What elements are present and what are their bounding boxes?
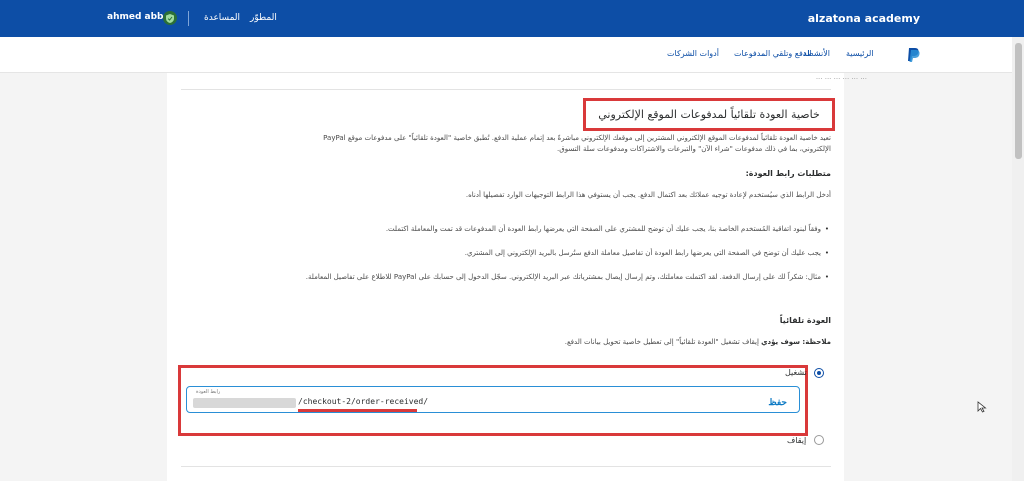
cutoff-text: ... ... ... ... ... ... <box>815 73 867 81</box>
requirements-description: أدخل الرابط الذي سيُستخدم لإعادة توجيه ع… <box>465 191 831 199</box>
shield-icon[interactable] <box>163 11 177 25</box>
secondary-nav: الرئيسية الأنشطة الدفع وتلقي المدفوعات أ… <box>0 37 1012 73</box>
intro-line-2: الإلكتروني، بما في ذلك مدفوعات "شراء الآ… <box>557 145 831 153</box>
note-label: ملاحظة: سوف يؤدي <box>761 338 831 346</box>
list-item: يجب عليك أن توضح في الصفحة التي يعرضها ر… <box>181 249 829 257</box>
brand-name[interactable]: alzatona academy <box>808 12 920 25</box>
nav-home[interactable]: الرئيسية <box>846 49 874 58</box>
section-title: خاصية العودة تلقائياً لمدفوعات الموقع ال… <box>598 108 820 121</box>
intro-text: تعيد خاصية العودة تلقائياً لمدفوعات المو… <box>181 133 831 155</box>
top-bar: alzatona academy ahmed abbas المساعدة ال… <box>0 0 1024 37</box>
list-item: وفقاً لبنود اتفاقية المُستخدم الخاصة بنا… <box>181 225 829 233</box>
intro-line-1: تعيد خاصية العودة تلقائياً لمدفوعات المو… <box>323 134 831 142</box>
note-text: ملاحظة: سوف يؤدي إيقاف تشغيل "العودة تلق… <box>565 338 831 346</box>
radio-on[interactable] <box>814 368 824 378</box>
section-title-highlight: خاصية العودة تلقائياً لمدفوعات الموقع ال… <box>583 98 835 131</box>
requirements-heading: متطلبات رابط العودة: <box>745 169 831 178</box>
redacted-domain <box>193 398 296 408</box>
mouse-cursor-icon <box>977 401 987 413</box>
paypal-logo-icon[interactable] <box>905 47 921 63</box>
return-url-value[interactable]: /checkout-2/order-received/ <box>298 397 428 406</box>
return-url-label: رابط العودة <box>196 389 221 395</box>
url-underline-highlight <box>298 409 417 412</box>
scrollbar-thumb[interactable] <box>1015 43 1022 159</box>
nav-payments[interactable]: الدفع وتلقي المدفوعات <box>734 49 812 58</box>
radio-off-label[interactable]: إيقاف <box>787 436 806 445</box>
divider <box>181 466 831 467</box>
list-item: مثال: شكراً لك على إرسال الدفعة. لقد اكت… <box>181 273 829 281</box>
return-url-field[interactable]: رابط العودة /checkout-2/order-received/ … <box>186 386 800 413</box>
developer-link[interactable]: المطوّر <box>250 13 277 23</box>
save-button[interactable]: حفظ <box>768 397 787 408</box>
note-body: إيقاف تشغيل "العودة تلقائياً" إلى تعطيل … <box>564 338 759 346</box>
divider <box>181 89 831 90</box>
auto-return-heading: العودة تلقائياً <box>779 316 831 325</box>
help-link[interactable]: المساعدة <box>204 13 240 23</box>
nav-business-tools[interactable]: أدوات الشركات <box>667 49 719 58</box>
settings-panel: ... ... ... ... ... ... خاصية العودة تلق… <box>167 73 867 481</box>
radio-on-label[interactable]: تشغيل <box>785 368 807 377</box>
separator <box>188 11 189 26</box>
radio-off[interactable] <box>814 435 824 445</box>
